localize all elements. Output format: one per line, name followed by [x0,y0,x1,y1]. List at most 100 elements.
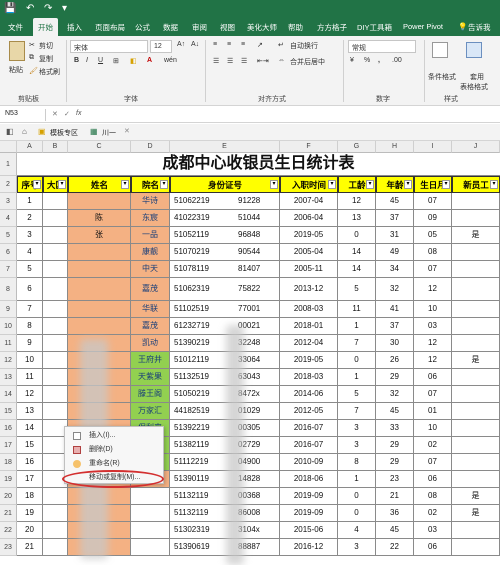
tab-page-layout[interactable]: 页面布局 [95,22,125,33]
tab-home[interactable]: 开始 [33,18,58,36]
cell-birth-month[interactable]: 10 [414,301,452,318]
cell-branch[interactable]: 嘉茂 [131,318,170,335]
cell-id[interactable]: 51132519 63043 [170,369,280,386]
cell-id[interactable]: 51078119 81407 [170,261,280,278]
fill-color-icon[interactable]: ◧ [130,57,137,65]
cell-age[interactable]: 34 [376,261,414,278]
header-name[interactable]: 姓名 ▾ [68,176,131,193]
cell-new-employee[interactable] [452,403,500,420]
cell-name[interactable] [68,261,131,278]
underline-button[interactable]: U [98,57,103,64]
cell-hire-date[interactable]: 2016-12 [280,539,338,556]
cell-branch[interactable]: 华联 [131,301,170,318]
cell-region[interactable] [43,488,68,505]
filter-dropdown-icon[interactable]: ▾ [442,180,450,189]
redo-icon[interactable]: ↷ [44,3,52,14]
cell-id[interactable]: 51102519 77001 [170,301,280,318]
format-painter-button[interactable]: 格式刷 [39,67,60,77]
cell-seq[interactable]: 12 [17,386,43,403]
row-header[interactable]: 23 [0,539,17,556]
cell-birth-month[interactable]: 06 [414,369,452,386]
cell-new-employee[interactable] [452,193,500,210]
close-tab-icon[interactable]: ✕ [124,127,130,135]
cell-tenure[interactable]: 14 [338,244,376,261]
cell-branch[interactable]: 嘉茂 [131,278,170,301]
cell-tenure[interactable]: 12 [338,193,376,210]
copy-button[interactable]: 复制 [39,54,53,64]
tab-view[interactable]: 视图 [220,22,235,33]
format-painter-icon[interactable]: 🖌 [29,67,38,75]
cell-region[interactable] [43,244,68,261]
cell-region[interactable] [43,539,68,556]
cell-age[interactable]: 29 [376,369,414,386]
column-header[interactable]: J [452,141,500,153]
row-header[interactable]: 21 [0,505,17,522]
cut-button[interactable]: 剪切 [39,41,53,51]
cell-birth-month[interactable]: 02 [414,505,452,522]
cell-branch[interactable]: 康靓 [131,244,170,261]
formula-input[interactable] [92,109,496,121]
cell-region[interactable] [43,335,68,352]
filter-dropdown-icon[interactable]: ▾ [328,180,336,189]
enter-icon[interactable]: ✓ [64,110,70,118]
cell-tenure[interactable]: 0 [338,352,376,369]
column-header[interactable]: I [414,141,452,153]
home-icon[interactable]: ⌂ [22,127,27,136]
cell-seq[interactable]: 16 [17,454,43,471]
row-header[interactable]: 11 [0,335,17,352]
cell-id[interactable]: 51302319 3104x [170,522,280,539]
cell-seq[interactable]: 4 [17,244,43,261]
row-header[interactable]: 19 [0,471,17,488]
format-table-icon[interactable] [466,42,482,58]
cell-seq[interactable]: 17 [17,471,43,488]
row-header[interactable]: 16 [0,420,17,437]
cell-hire-date[interactable]: 2019-09 [280,505,338,522]
cell-new-employee[interactable] [452,437,500,454]
cell-branch[interactable]: 王府井 [131,352,170,369]
cell-new-employee[interactable] [452,471,500,488]
conditional-format-icon[interactable] [432,42,448,58]
cell-seq[interactable]: 6 [17,278,43,301]
cell-birth-month[interactable]: 10 [414,420,452,437]
cell-id[interactable]: 51390219 32248 [170,335,280,352]
align-middle-icon[interactable]: ≡ [227,41,231,48]
header-region[interactable]: 大区 ▾ [43,176,68,193]
cell-birth-month[interactable]: 07 [414,454,452,471]
cell-id[interactable]: 61232719 00021 [170,318,280,335]
cell-age[interactable]: 32 [376,278,414,301]
cell-new-employee[interactable]: 是 [452,227,500,244]
cell-branch[interactable]: 凯动 [131,335,170,352]
row-header[interactable]: 13 [0,369,17,386]
cell-id[interactable]: 51390119 14828 [170,471,280,488]
row-header[interactable]: 6 [0,244,17,261]
undo-icon[interactable]: ↶ [26,3,34,14]
menu-item-insert[interactable]: 插入(I)... [65,429,163,443]
font-color-icon[interactable]: A [147,57,152,64]
cell-tenure[interactable]: 3 [338,437,376,454]
indent-icon[interactable]: ⇤⇥ [257,57,269,65]
cell-birth-month[interactable]: 03 [414,318,452,335]
cell-id[interactable]: 44182519 01029 [170,403,280,420]
header-tenure[interactable]: 工龄 ▾ [338,176,376,193]
cell-id[interactable]: 51132119 00368 [170,488,280,505]
cell-hire-date[interactable]: 2014-06 [280,386,338,403]
filter-dropdown-icon[interactable]: ▾ [404,180,412,189]
row-header[interactable]: 18 [0,454,17,471]
cell-branch[interactable]: 中天 [131,261,170,278]
cell-tenure[interactable]: 5 [338,278,376,301]
cell-hire-date[interactable]: 2018-01 [280,318,338,335]
tab-formulas[interactable]: 公式 [135,22,150,33]
cell-birth-month[interactable]: 07 [414,386,452,403]
row-header[interactable]: 17 [0,437,17,454]
cell-birth-month[interactable]: 09 [414,210,452,227]
cell-seq[interactable]: 10 [17,352,43,369]
cancel-icon[interactable]: ✕ [52,110,58,118]
cell-age[interactable]: 21 [376,488,414,505]
cell-hire-date[interactable]: 2008-03 [280,301,338,318]
cell-hire-date[interactable]: 2005-04 [280,244,338,261]
cell-hire-date[interactable]: 2016-07 [280,420,338,437]
row-header[interactable]: 8 [0,278,17,301]
merge-icon[interactable]: ⇔ [278,57,285,64]
cell-new-employee[interactable] [452,420,500,437]
cell-branch[interactable]: 万家汇 [131,403,170,420]
